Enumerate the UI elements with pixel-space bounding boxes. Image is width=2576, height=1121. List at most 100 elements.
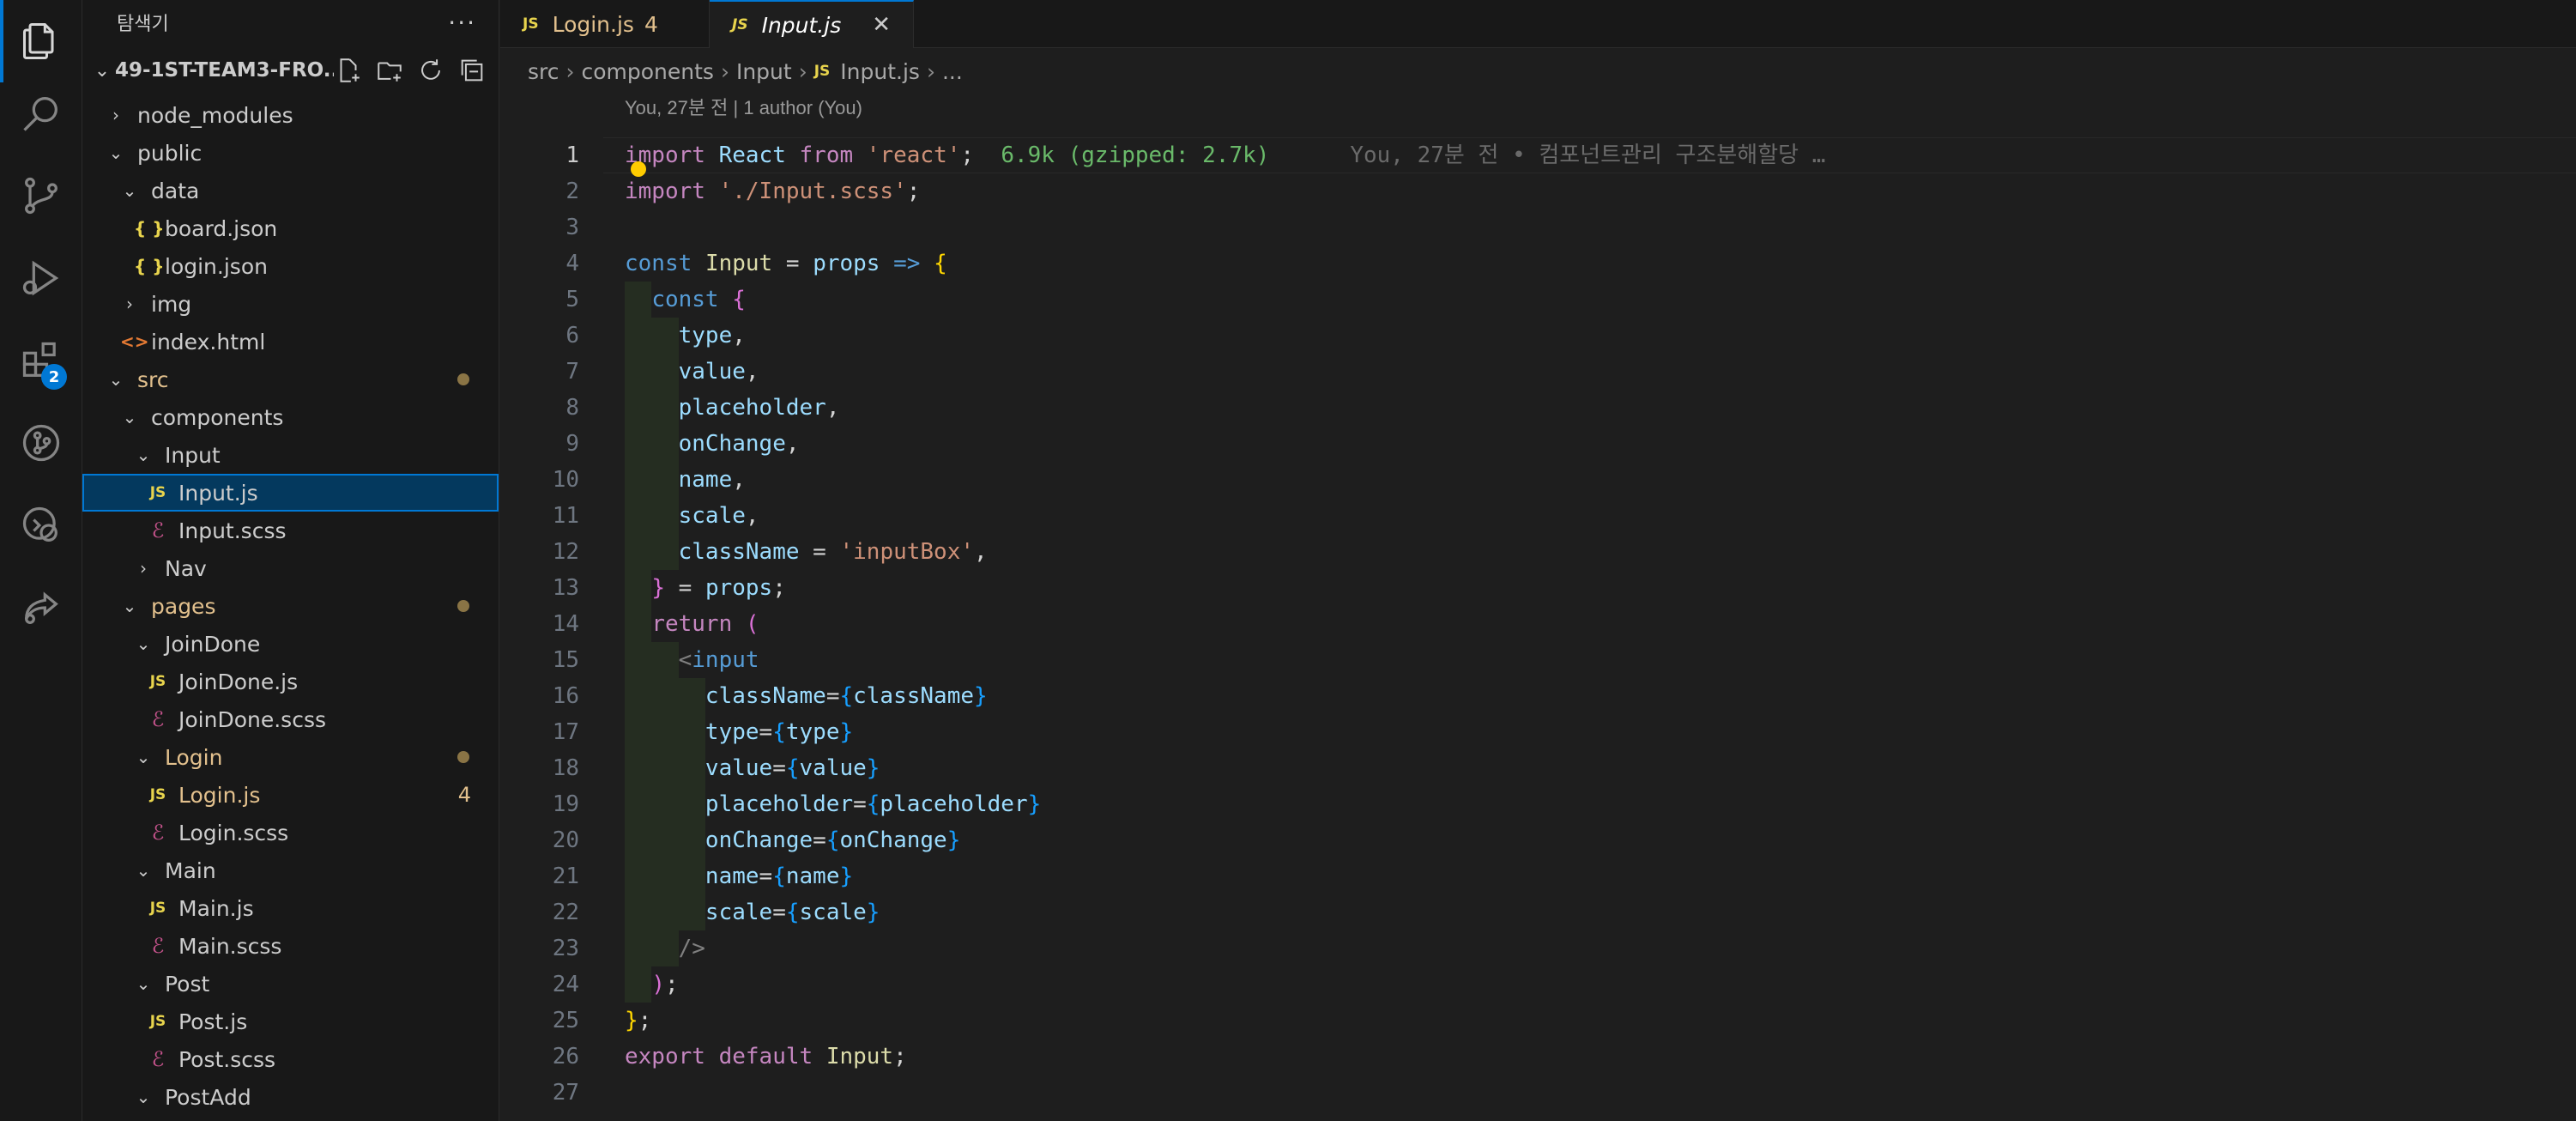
lightbulb-icon[interactable] — [631, 161, 646, 177]
explorer-icon[interactable] — [0, 0, 82, 82]
tree-folder-src[interactable]: ⌄ src — [82, 361, 499, 398]
live-share-icon[interactable] — [0, 567, 82, 649]
tree-item-label: node_modules — [137, 102, 293, 128]
tab-input-js[interactable]: JS Input.js ✕ — [710, 0, 914, 48]
extensions-badge: 2 — [41, 364, 67, 390]
tree-folder-data[interactable]: ⌄ data — [82, 172, 499, 209]
js-file-icon: JS — [149, 1013, 166, 1030]
tree-file-board-json[interactable]: { } board.json — [82, 209, 499, 247]
tree-folder-main[interactable]: ⌄ Main — [82, 851, 499, 889]
js-file-icon: JS — [149, 484, 166, 501]
tab-login-js[interactable]: JS Login.js 4 — [500, 0, 710, 48]
run-debug-icon[interactable] — [0, 237, 82, 319]
tree-file-login-scss[interactable]: ℰ Login.scss — [82, 814, 499, 851]
new-file-icon[interactable] — [334, 56, 363, 85]
tree-folder-components[interactable]: ⌄ components — [82, 398, 499, 436]
tree-item-label: Post.scss — [178, 1046, 276, 1072]
tree-file-index-html[interactable]: <> index.html — [82, 323, 499, 361]
tree-item-label: JoinDone — [165, 631, 261, 657]
tree-file-joindone-js[interactable]: JS JoinDone.js — [82, 663, 499, 700]
chevron-down-icon: ⌄ — [136, 1087, 151, 1107]
chevron-down-icon: ⌄ — [136, 973, 151, 994]
tree-item-label: data — [151, 178, 200, 203]
code-line: const Input = props => { — [625, 251, 947, 276]
project-section-header[interactable]: ⌄ 49-1ST-TEAM3-FRO... — [82, 45, 499, 96]
breadcrumb-src[interactable]: src — [528, 59, 559, 84]
tab-label: Input.js — [761, 12, 842, 38]
tree-folder-public[interactable]: ⌄ public — [82, 134, 499, 172]
remote-explorer-icon[interactable] — [0, 484, 82, 567]
tree-file-joindone-scss[interactable]: ℰ JoinDone.scss — [82, 700, 499, 738]
git-graph-icon[interactable] — [0, 402, 82, 484]
collapse-all-icon[interactable] — [457, 56, 487, 85]
tree-item-label: index.html — [151, 329, 266, 354]
js-file-icon: JS — [813, 63, 831, 80]
search-icon[interactable] — [0, 72, 82, 155]
breadcrumb-symbols[interactable]: ... — [942, 59, 963, 84]
code-line: type={type} — [704, 719, 854, 745]
more-actions-icon[interactable]: ··· — [448, 9, 476, 37]
tree-file-login-json[interactable]: { } login.json — [82, 247, 499, 285]
modified-dot-icon — [457, 751, 469, 763]
tree-item-label: src — [137, 367, 169, 392]
breadcrumb-components[interactable]: components — [582, 59, 714, 84]
tree-folder-joindone[interactable]: ⌄ JoinDone — [82, 625, 499, 663]
line-number: 12 — [552, 539, 579, 565]
line-number: 19 — [552, 791, 579, 817]
tree-file-postadd-js[interactable]: JSPostAdd.js — [82, 1116, 499, 1121]
code-line: import React from 'react'; 6.9k (gzipped… — [625, 142, 1826, 168]
line-number: 13 — [552, 575, 579, 601]
line-number: 15 — [552, 647, 579, 673]
tree-file-main-js[interactable]: JS Main.js — [82, 889, 499, 927]
tree-folder-postadd[interactable]: ⌄ PostAdd — [82, 1078, 499, 1116]
tree-file-input-js[interactable]: JS Input.js — [82, 474, 499, 512]
refresh-icon[interactable] — [416, 56, 445, 85]
line-number: 11 — [552, 503, 579, 529]
scss-file-icon: ℰ — [151, 518, 165, 542]
code-line: scale, — [678, 503, 759, 529]
tree-file-post-scss[interactable]: ℰ Post.scss — [82, 1040, 499, 1078]
code-editor[interactable]: You, 27분 전 | 1 author (You) 1 import Reac… — [500, 93, 2576, 1121]
tree-folder-pages[interactable]: ⌄ pages — [82, 587, 499, 625]
html-file-icon: <> — [120, 331, 149, 352]
tree-file-post-js[interactable]: JS Post.js — [82, 1003, 499, 1040]
code-line: import './Input.scss'; — [625, 179, 921, 204]
problem-count: 4 — [644, 11, 658, 37]
code-line: export default Input; — [625, 1044, 907, 1069]
tree-item-label: Main.scss — [178, 933, 282, 959]
tree-item-label: Main — [165, 857, 216, 883]
tree-folder-nav[interactable]: › Nav — [82, 549, 499, 587]
breadcrumb-input[interactable]: Input — [736, 59, 792, 84]
code-line: } = props; — [651, 575, 786, 601]
tree-file-login-js[interactable]: JS Login.js 4 — [82, 776, 499, 814]
code-line: onChange, — [678, 431, 800, 457]
tree-file-input-scss[interactable]: ℰ Input.scss — [82, 512, 499, 549]
code-line: type, — [678, 323, 746, 348]
tree-folder-node-modules[interactable]: › node_modules — [82, 96, 499, 134]
line-number: 3 — [565, 215, 579, 240]
line-number: 24 — [552, 972, 579, 997]
chevron-down-icon: ⌄ — [122, 407, 137, 427]
source-control-icon[interactable] — [0, 155, 82, 237]
tree-file-main-scss[interactable]: ℰ Main.scss — [82, 927, 499, 965]
chevron-right-icon: › — [720, 58, 729, 84]
line-number: 5 — [565, 287, 579, 312]
line-number: 26 — [552, 1044, 579, 1069]
js-file-icon: JS — [149, 786, 166, 803]
tree-item-label: Input.scss — [178, 518, 287, 543]
tree-folder-img[interactable]: › img — [82, 285, 499, 323]
new-folder-icon[interactable] — [375, 56, 404, 85]
line-number: 22 — [552, 900, 579, 925]
breadcrumb-file[interactable]: Input.js — [840, 59, 920, 84]
explorer-title: 탐색기 — [117, 14, 169, 35]
tree-item-label: Main.js — [178, 895, 254, 921]
code-line: }; — [625, 1008, 652, 1033]
activity-bar: 2 — [0, 0, 82, 1121]
tree-folder-post[interactable]: ⌄ Post — [82, 965, 499, 1003]
tree-folder-input[interactable]: ⌄ Input — [82, 436, 499, 474]
codelens-author[interactable]: You, 27분 전 | 1 author (You) — [625, 93, 862, 118]
close-icon[interactable]: ✕ — [872, 12, 891, 38]
extensions-icon[interactable]: 2 — [0, 319, 82, 402]
tree-folder-login[interactable]: ⌄ Login — [82, 738, 499, 776]
code-line: <input — [678, 647, 759, 673]
